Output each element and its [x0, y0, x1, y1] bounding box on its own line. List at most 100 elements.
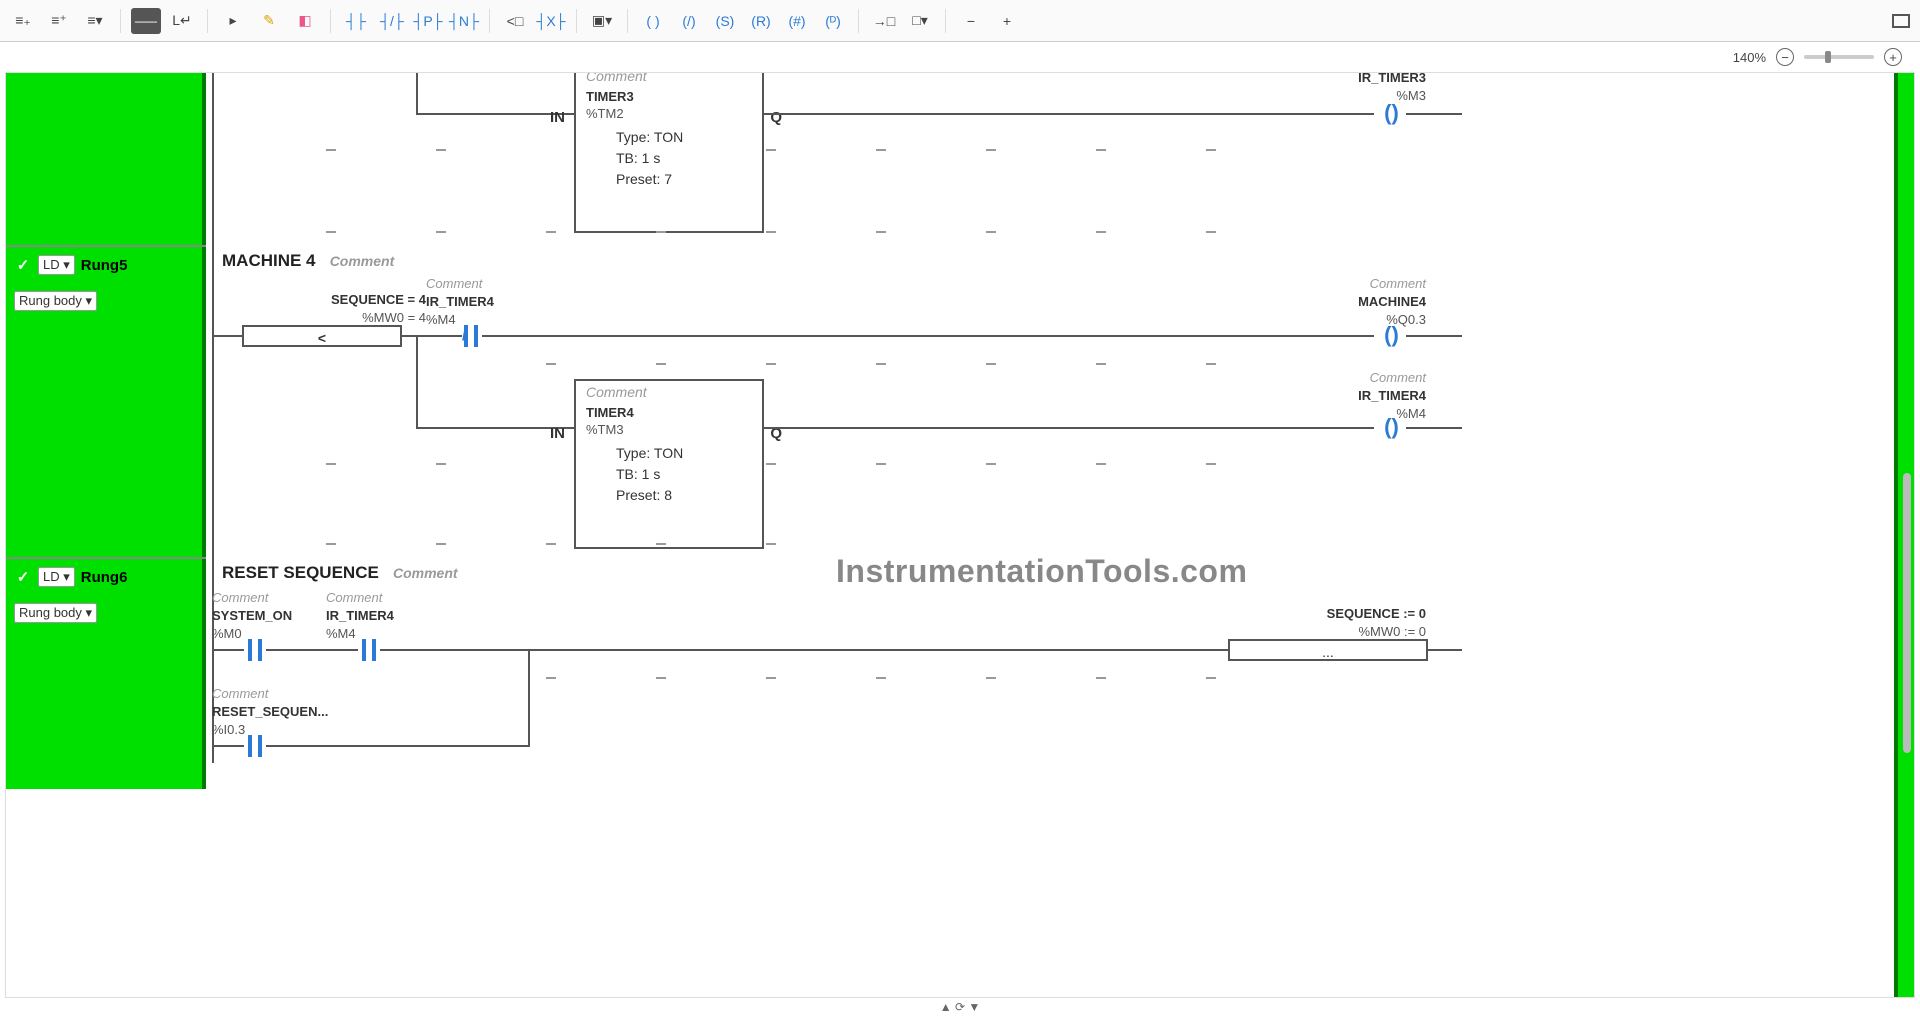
toolbar-btn-rung-insert[interactable]: ≡₊ — [8, 8, 38, 34]
timer-comment: Comment — [576, 72, 762, 87]
wire — [1428, 649, 1462, 651]
toolbar-btn-contact-nc[interactable]: ┤/├ — [377, 8, 407, 34]
rung5-enabled-check[interactable]: ✓ — [14, 256, 32, 274]
timer-q-label: Q — [770, 109, 782, 126]
rung5-label: Rung5 — [81, 257, 128, 274]
watermark-text: InstrumentationTools.com — [836, 553, 1247, 590]
toolbar-btn-coil-reset[interactable]: (R) — [746, 8, 776, 34]
separator — [627, 9, 628, 33]
grid-dot — [326, 149, 336, 151]
reset-seq-contact[interactable] — [244, 735, 266, 757]
ir-timer4-nc-label: Comment IR_TIMER4 %M4 — [426, 275, 526, 330]
timer4-block[interactable]: IN Q Comment TIMER4 %TM3 Type: TON TB: 1… — [574, 379, 764, 549]
toolbar-btn-xor[interactable]: ┤X├ — [536, 8, 566, 34]
toolbar-btn-coil[interactable]: ( ) — [638, 8, 668, 34]
toolbar-btn-contact-p[interactable]: ┤P├ — [413, 8, 443, 34]
rung6-body-select[interactable]: Rung body ▾ — [14, 603, 97, 623]
toolbar-btn-coil-set[interactable]: (S) — [710, 8, 740, 34]
grid-dot — [766, 463, 776, 465]
left-power-rail — [212, 72, 214, 763]
toolbar-btn-jump[interactable]: →□ — [869, 8, 899, 34]
wire — [416, 72, 418, 115]
toolbar-btn-rung-menu[interactable]: ≡▾ — [80, 8, 110, 34]
ir-timer4-coil[interactable]: ( ) — [1374, 417, 1406, 439]
seq-compare-label: SEQUENCE = 4 %MW0 = 4 — [286, 291, 426, 327]
grid-dot — [766, 231, 776, 233]
toolbar-btn-operate[interactable]: □▾ — [905, 8, 935, 34]
toolbar-btn-plus[interactable]: + — [992, 8, 1022, 34]
toolbar-btn-pencil[interactable]: ✎ — [254, 8, 284, 34]
toolbar-btn-func[interactable]: ▣▾ — [587, 8, 617, 34]
separator — [120, 9, 121, 33]
machine4-coil-label: Comment MACHINE4 %Q0.3 — [1306, 275, 1426, 330]
timer-comment: Comment — [576, 381, 762, 403]
ir-timer4-no-contact[interactable] — [358, 639, 380, 661]
wire — [528, 649, 1228, 651]
toolbar-btn-minus[interactable]: − — [956, 8, 986, 34]
toolbar-btn-branch2[interactable]: L↵ — [167, 8, 197, 34]
toolbar-btn-coil-hash[interactable]: (#) — [782, 8, 812, 34]
ladder-workspace: ✓ LD ▾ Rung5 Rung body ▾ ✓ LD ▾ Rung6 Ru… — [5, 72, 1915, 998]
grid-dot — [436, 543, 446, 545]
vertical-scrollbar[interactable] — [1903, 473, 1911, 753]
toolbar-btn-compare[interactable]: <□ — [500, 8, 530, 34]
grid-dot — [766, 677, 776, 679]
wire — [416, 335, 418, 429]
rung5-body-select[interactable]: Rung body ▾ — [14, 291, 97, 311]
system-on-contact[interactable] — [244, 639, 266, 661]
rung5-language-select[interactable]: LD ▾ — [38, 255, 75, 275]
grid-dot — [876, 149, 886, 151]
toolbar-btn-eraser[interactable]: ◧ — [290, 8, 320, 34]
grid-dot — [1206, 149, 1216, 151]
grid-dot — [986, 363, 996, 365]
zoom-out-button[interactable]: − — [1776, 48, 1794, 66]
grid-dot — [436, 463, 446, 465]
ir-timer4-coil-label: Comment IR_TIMER4 %M4 — [1306, 369, 1426, 424]
timer-in-label: IN — [550, 425, 565, 442]
grid-dot — [1096, 231, 1106, 233]
rung6-language-select[interactable]: LD ▾ — [38, 567, 75, 587]
rung6-enabled-check[interactable]: ✓ — [14, 568, 32, 586]
wire — [266, 649, 358, 651]
grid-dot — [656, 677, 666, 679]
separator — [207, 9, 208, 33]
grid-dot — [436, 149, 446, 151]
toolbar-btn-rung-add[interactable]: ≡⁺ — [44, 8, 74, 34]
timer-addr: %TM3 — [576, 422, 762, 443]
grid-dot — [876, 363, 886, 365]
rung6-label: Rung6 — [81, 569, 128, 586]
separator — [576, 9, 577, 33]
operate-block[interactable]: ... — [1228, 639, 1428, 661]
grid-dot — [326, 231, 336, 233]
grid-dot — [986, 677, 996, 679]
toolbar-btn-contact-n[interactable]: ┤N├ — [449, 8, 479, 34]
grid-dot — [546, 231, 556, 233]
timer3-block[interactable]: IN Q Comment TIMER3 %TM2 Type: TON TB: 1… — [574, 72, 764, 233]
grid-dot — [546, 677, 556, 679]
machine4-coil[interactable]: ( ) — [1374, 325, 1406, 347]
zoom-in-button[interactable]: + — [1884, 48, 1902, 66]
grid-dot — [656, 231, 666, 233]
grid-dot — [1206, 363, 1216, 365]
toolbar-btn-contact-no[interactable]: ┤├ — [341, 8, 371, 34]
toolbar-btn-branch[interactable]: ⸺ — [131, 8, 161, 34]
wire — [764, 427, 1374, 429]
separator — [858, 9, 859, 33]
system-on-label: Comment SYSTEM_ON %M0 — [212, 589, 322, 644]
maximize-icon[interactable] — [1892, 14, 1910, 28]
toolbar-btn-coil-neg[interactable]: (/) — [674, 8, 704, 34]
compare-block[interactable]: < — [242, 325, 402, 347]
grid-dot — [766, 363, 776, 365]
zoom-slider[interactable] — [1804, 55, 1874, 59]
wire — [212, 649, 244, 651]
ir-timer3-coil[interactable]: ( ) — [1374, 103, 1406, 125]
ladder-canvas[interactable]: ✓ LD ▾ Rung5 Rung body ▾ ✓ LD ▾ Rung6 Ru… — [6, 73, 1914, 997]
ir-timer4-nc-contact[interactable]: / — [460, 325, 482, 347]
wire — [266, 745, 530, 747]
toolbar-btn-coil-d[interactable]: (ᴰ) — [818, 8, 848, 34]
collapse-handle[interactable]: ▲ ⟳ ▼ — [0, 1000, 1920, 1014]
toolbar-btn-pointer[interactable]: ▸ — [218, 8, 248, 34]
ir-timer3-coil-label: Comment IR_TIMER3 %M3 — [1306, 72, 1426, 106]
grid-dot — [1206, 463, 1216, 465]
separator — [489, 9, 490, 33]
